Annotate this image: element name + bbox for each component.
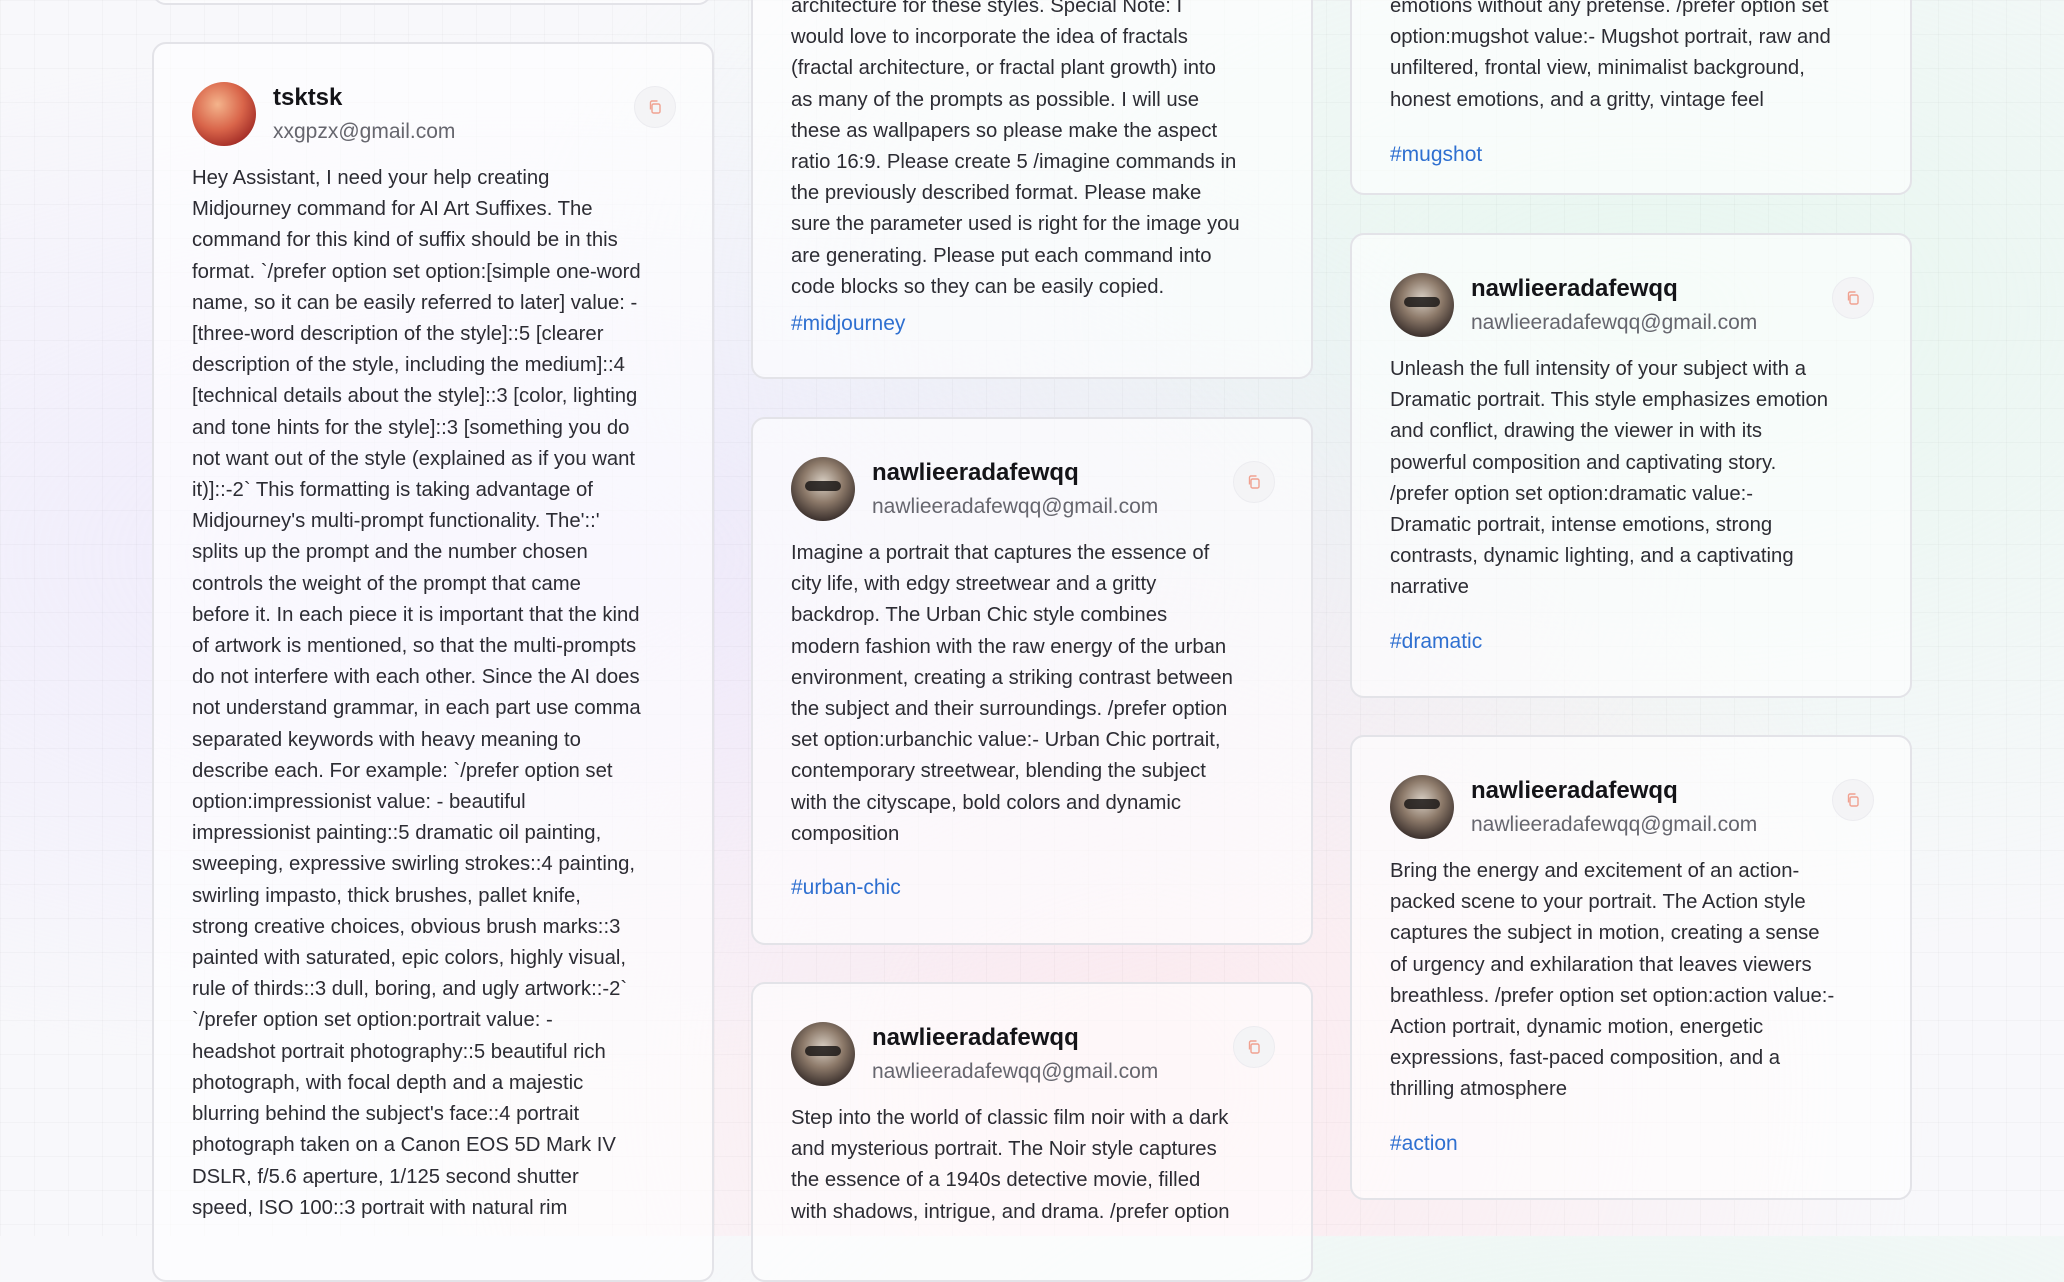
card-header: tsktsk xxgpzx@gmail.com bbox=[192, 82, 676, 148]
copy-button[interactable] bbox=[1832, 277, 1874, 319]
prompt-text: emotions without any pretense. /prefer o… bbox=[1390, 0, 1831, 111]
prompt-text: architecture for these styles. Special N… bbox=[791, 0, 1240, 298]
card-header: nawlieeradafewqq nawlieeradafewqq@gmail.… bbox=[791, 1022, 1275, 1088]
avatar bbox=[192, 82, 256, 146]
prompt-text: Imagine a portrait that captures the ess… bbox=[791, 542, 1233, 845]
avatar bbox=[1390, 775, 1454, 839]
copy-icon bbox=[1847, 793, 1859, 807]
author-name: tsktsk bbox=[273, 84, 343, 111]
author-email: nawlieeradafewqq@gmail.com bbox=[872, 495, 1159, 518]
hashtag-link[interactable]: #action bbox=[1390, 1132, 1874, 1156]
prompt-card: tsktsk xxgpzx@gmail.com Hey Assistant, I… bbox=[152, 42, 714, 1282]
copy-button[interactable] bbox=[1832, 779, 1874, 821]
prompt-card-partial-top bbox=[152, 0, 712, 5]
copy-button[interactable] bbox=[1233, 1026, 1275, 1068]
author-name: nawlieeradafewqq bbox=[872, 459, 1079, 486]
prompt-card-partial-top: architecture for these styles. Special N… bbox=[751, 0, 1313, 379]
prompt-card: nawlieeradafewqq nawlieeradafewqq@gmail.… bbox=[751, 982, 1313, 1282]
prompt-text: Hey Assistant, I need your help creating… bbox=[192, 167, 641, 1219]
card-header: nawlieeradafewqq nawlieeradafewqq@gmail.… bbox=[791, 457, 1275, 523]
prompt-card: nawlieeradafewqq nawlieeradafewqq@gmail.… bbox=[751, 417, 1313, 945]
copy-icon bbox=[1847, 291, 1859, 305]
author-name: nawlieeradafewqq bbox=[1471, 275, 1678, 302]
prompt-card: nawlieeradafewqq nawlieeradafewqq@gmail.… bbox=[1350, 233, 1912, 698]
prompt-text: Bring the energy and excitement of an ac… bbox=[1390, 860, 1835, 1101]
card-header: nawlieeradafewqq nawlieeradafewqq@gmail.… bbox=[1390, 775, 1874, 841]
copy-icon bbox=[1248, 475, 1260, 489]
copy-icon bbox=[1248, 1040, 1260, 1054]
copy-button[interactable] bbox=[634, 86, 676, 128]
prompt-card-partial-top: emotions without any pretense. /prefer o… bbox=[1350, 0, 1912, 195]
author-email: nawlieeradafewqq@gmail.com bbox=[1471, 311, 1758, 334]
avatar bbox=[1390, 273, 1454, 337]
author-email: xxgpzx@gmail.com bbox=[273, 120, 456, 143]
copy-icon bbox=[649, 100, 661, 114]
author-name: nawlieeradafewqq bbox=[872, 1024, 1079, 1051]
author-name: nawlieeradafewqq bbox=[1471, 777, 1678, 804]
avatar bbox=[791, 1022, 855, 1086]
hashtag-link[interactable]: #midjourney bbox=[791, 312, 905, 336]
prompt-text: Unleash the full intensity of your subje… bbox=[1390, 358, 1829, 599]
author-email: nawlieeradafewqq@gmail.com bbox=[1471, 813, 1758, 836]
author-email: nawlieeradafewqq@gmail.com bbox=[872, 1060, 1159, 1083]
hashtag-link[interactable]: #urban-chic bbox=[791, 876, 1275, 900]
hashtag-link[interactable]: #dramatic bbox=[1390, 630, 1874, 654]
prompt-text: Step into the world of classic film noir… bbox=[791, 1107, 1230, 1223]
card-header: nawlieeradafewqq nawlieeradafewqq@gmail.… bbox=[1390, 273, 1874, 339]
avatar bbox=[791, 457, 855, 521]
copy-button[interactable] bbox=[1233, 461, 1275, 503]
hashtag-link[interactable]: #mugshot bbox=[1390, 143, 1482, 167]
prompt-card: nawlieeradafewqq nawlieeradafewqq@gmail.… bbox=[1350, 735, 1912, 1200]
